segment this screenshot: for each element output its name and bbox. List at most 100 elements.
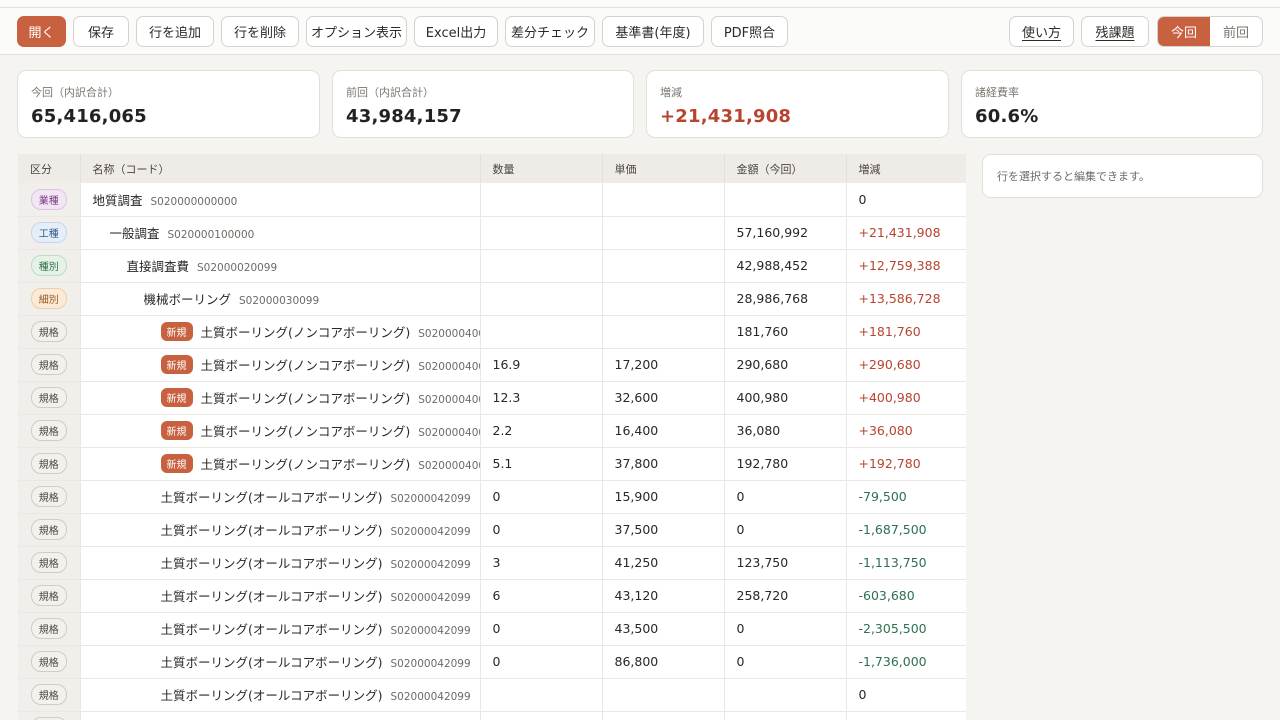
difference-cell (846, 711, 966, 720)
name-cell: 土質ボーリング(オールコアボーリング) S02000042099 (80, 612, 481, 646)
level-badge: 規格 (30, 486, 67, 507)
unit-price-cell: 41,250 (602, 546, 725, 580)
quantity-cell: 3 (480, 546, 603, 580)
table-row[interactable]: 規格 新規土質ボーリング(ノンコアボーリング) S020000400995.137,… (18, 447, 966, 481)
table-row[interactable]: 規格 土質ボーリング(オールコアボーリング) S02000042099 0 86,800… (18, 645, 966, 679)
card-label: 諸経費率 (975, 86, 1019, 99)
table-row[interactable]: 工種 一般調査 S020000100000 57,160,992 +21,431,908 (18, 216, 966, 250)
item-name: 土質ボーリング(オールコアボーリング) (160, 589, 383, 604)
item-name: 土質ボーリング(ノンコアボーリング) (200, 358, 411, 373)
new-badge: 新規 (160, 322, 193, 341)
amount-cell: 290,680 (724, 348, 847, 382)
difference-cell: 0 (846, 183, 966, 217)
add-row-button[interactable]: 行を追加 (136, 16, 214, 47)
header-kubun[interactable]: 区分 (18, 154, 81, 183)
table-header-row: 区分 名称（コード） 数量 単価 金額（今回） 増減 (18, 154, 966, 183)
current-version-button[interactable]: 今回 (1158, 17, 1210, 46)
unit-price-cell: 43,500 (602, 612, 725, 646)
quantity-cell: 5.1 (480, 447, 603, 481)
header-amount[interactable]: 金額（今回） (724, 154, 847, 183)
name-cell: 土質ボーリング(オールコアボーリング) S02000042099 (80, 480, 481, 514)
unit-price-cell: 37,800 (602, 447, 725, 481)
amount-cell: 123,750 (724, 546, 847, 580)
amount-cell: 181,760 (724, 315, 847, 349)
show-options-button-label: オプション表示 (310, 26, 402, 41)
remaining-issues-link-label: 残課題 (1095, 26, 1135, 41)
table-row[interactable]: 規格 新規土質ボーリング(ノンコアボーリング) S020000400992.216,… (18, 414, 966, 448)
pdf-compare-button[interactable]: PDF照合 (711, 16, 788, 47)
remaining-issues-link[interactable]: 残課題 (1081, 16, 1149, 47)
table-row[interactable]: 規格 新規土質ボーリング(ノンコアボーリング) S0200004009912.332… (18, 381, 966, 415)
level-badge: 工種 (30, 222, 67, 243)
open-button[interactable]: 開く (17, 16, 66, 47)
table-row[interactable]: 規格土質ボーリング(オールコアボーリング)S02000042099 (18, 711, 966, 720)
amount-cell: 400,980 (724, 381, 847, 415)
header-quantity[interactable]: 数量 (480, 154, 603, 183)
table-row[interactable]: 規格 新規土質ボーリング(ノンコアボーリング) S0200004009916.917… (18, 348, 966, 382)
name-cell: 直接調査費 S02000020099 (80, 249, 481, 283)
item-code: S02000042099 (390, 658, 471, 670)
version-toggle: 今回 前回 (1157, 16, 1263, 47)
table-row[interactable]: 規格 土質ボーリング(オールコアボーリング) S02000042099 6 43,120… (18, 579, 966, 613)
difference-card: 増減 +21,431,908 (646, 70, 949, 138)
previous-version-button[interactable]: 前回 (1210, 17, 1262, 46)
table-row[interactable]: 規格 新規土質ボーリング(ノンコアボーリング) S02000040099 181,76… (18, 315, 966, 349)
unit-price-cell: 16,400 (602, 414, 725, 448)
standard-book-button-label: 基準書(年度) (615, 26, 691, 41)
level-badge: 規格 (30, 552, 67, 573)
delete-row-button[interactable]: 行を削除 (221, 16, 299, 47)
kubun-cell: 業種 (18, 183, 81, 217)
amount-cell (724, 678, 847, 712)
level-badge: 業種 (30, 188, 67, 210)
header-name[interactable]: 名称（コード） (80, 154, 481, 183)
save-button[interactable]: 保存 (73, 16, 129, 47)
table-row[interactable]: 業種 地質調査 S020000000000 0 (18, 183, 966, 217)
excel-export-button[interactable]: Excel出力 (414, 16, 498, 47)
table-row[interactable]: 種別 直接調査費 S02000020099 42,988,452 +12,759,388 (18, 249, 966, 283)
name-cell: 土質ボーリング(オールコアボーリング) S02000042099 (80, 678, 481, 712)
kubun-cell: 種別 (18, 249, 81, 283)
name-cell: 新規土質ボーリング(ノンコアボーリング) S02000040099 (80, 447, 481, 481)
kubun-cell: 細別 (18, 282, 81, 316)
difference-cell: -603,680 (846, 579, 966, 613)
table-row[interactable]: 規格 土質ボーリング(オールコアボーリング) S02000042099 0 (18, 678, 966, 712)
table-row[interactable]: 細別 機械ボーリング S02000030099 28,986,768 +13,586,7… (18, 282, 966, 316)
edit-hint-text: 行を選択すると編集できます。 (997, 170, 1150, 183)
standard-book-button[interactable]: 基準書(年度) (602, 16, 704, 47)
difference-cell: -1,687,500 (846, 513, 966, 547)
kubun-cell: 規格 (18, 546, 81, 580)
table-row[interactable]: 規格 土質ボーリング(オールコアボーリング) S02000042099 3 41,250… (18, 546, 966, 580)
kubun-cell: 規格 (18, 381, 81, 415)
how-to-use-link[interactable]: 使い方 (1009, 16, 1074, 47)
table-row[interactable]: 規格 土質ボーリング(オールコアボーリング) S02000042099 0 37,500… (18, 513, 966, 547)
level-badge: 規格 (30, 420, 67, 441)
item-name: 土質ボーリング(ノンコアボーリング) (200, 457, 411, 472)
level-badge: 種別 (30, 255, 67, 276)
item-code: S020000000000 (150, 195, 238, 208)
table-row[interactable]: 規格 土質ボーリング(オールコアボーリング) S02000042099 0 15,900… (18, 480, 966, 514)
difference-cell: +36,080 (846, 414, 966, 448)
name-cell: 土質ボーリング(オールコアボーリング) S02000042099 (80, 579, 481, 613)
table-row[interactable]: 規格 土質ボーリング(オールコアボーリング) S02000042099 0 43,500… (18, 612, 966, 646)
quantity-cell: 0 (480, 645, 603, 679)
difference-cell: -79,500 (846, 480, 966, 514)
level-badge: 規格 (30, 618, 67, 639)
name-cell: 新規土質ボーリング(ノンコアボーリング) S02000040099 (80, 348, 481, 382)
header-difference[interactable]: 増減 (846, 154, 966, 183)
unit-price-cell: 32,600 (602, 381, 725, 415)
item-code: S02000040099 (418, 328, 479, 340)
window-top-edge (0, 0, 1280, 8)
unit-price-cell (602, 183, 725, 217)
name-cell: 地質調査 S020000000000 (80, 183, 481, 217)
diff-check-button[interactable]: 差分チェック (505, 16, 595, 47)
name-cell: 土質ボーリング(オールコアボーリング) S02000042099 (80, 513, 481, 547)
card-value: 60.6% (975, 106, 1039, 127)
unit-price-cell: 43,120 (602, 579, 725, 613)
quantity-cell: 2.2 (480, 414, 603, 448)
item-code: S02000042099 (390, 691, 471, 703)
kubun-cell: 規格 (18, 348, 81, 382)
header-unit-price[interactable]: 単価 (602, 154, 725, 183)
kubun-cell: 規格 (18, 414, 81, 448)
show-options-button[interactable]: オプション表示 (306, 16, 407, 47)
item-name: 土質ボーリング(オールコアボーリング) (160, 655, 383, 670)
